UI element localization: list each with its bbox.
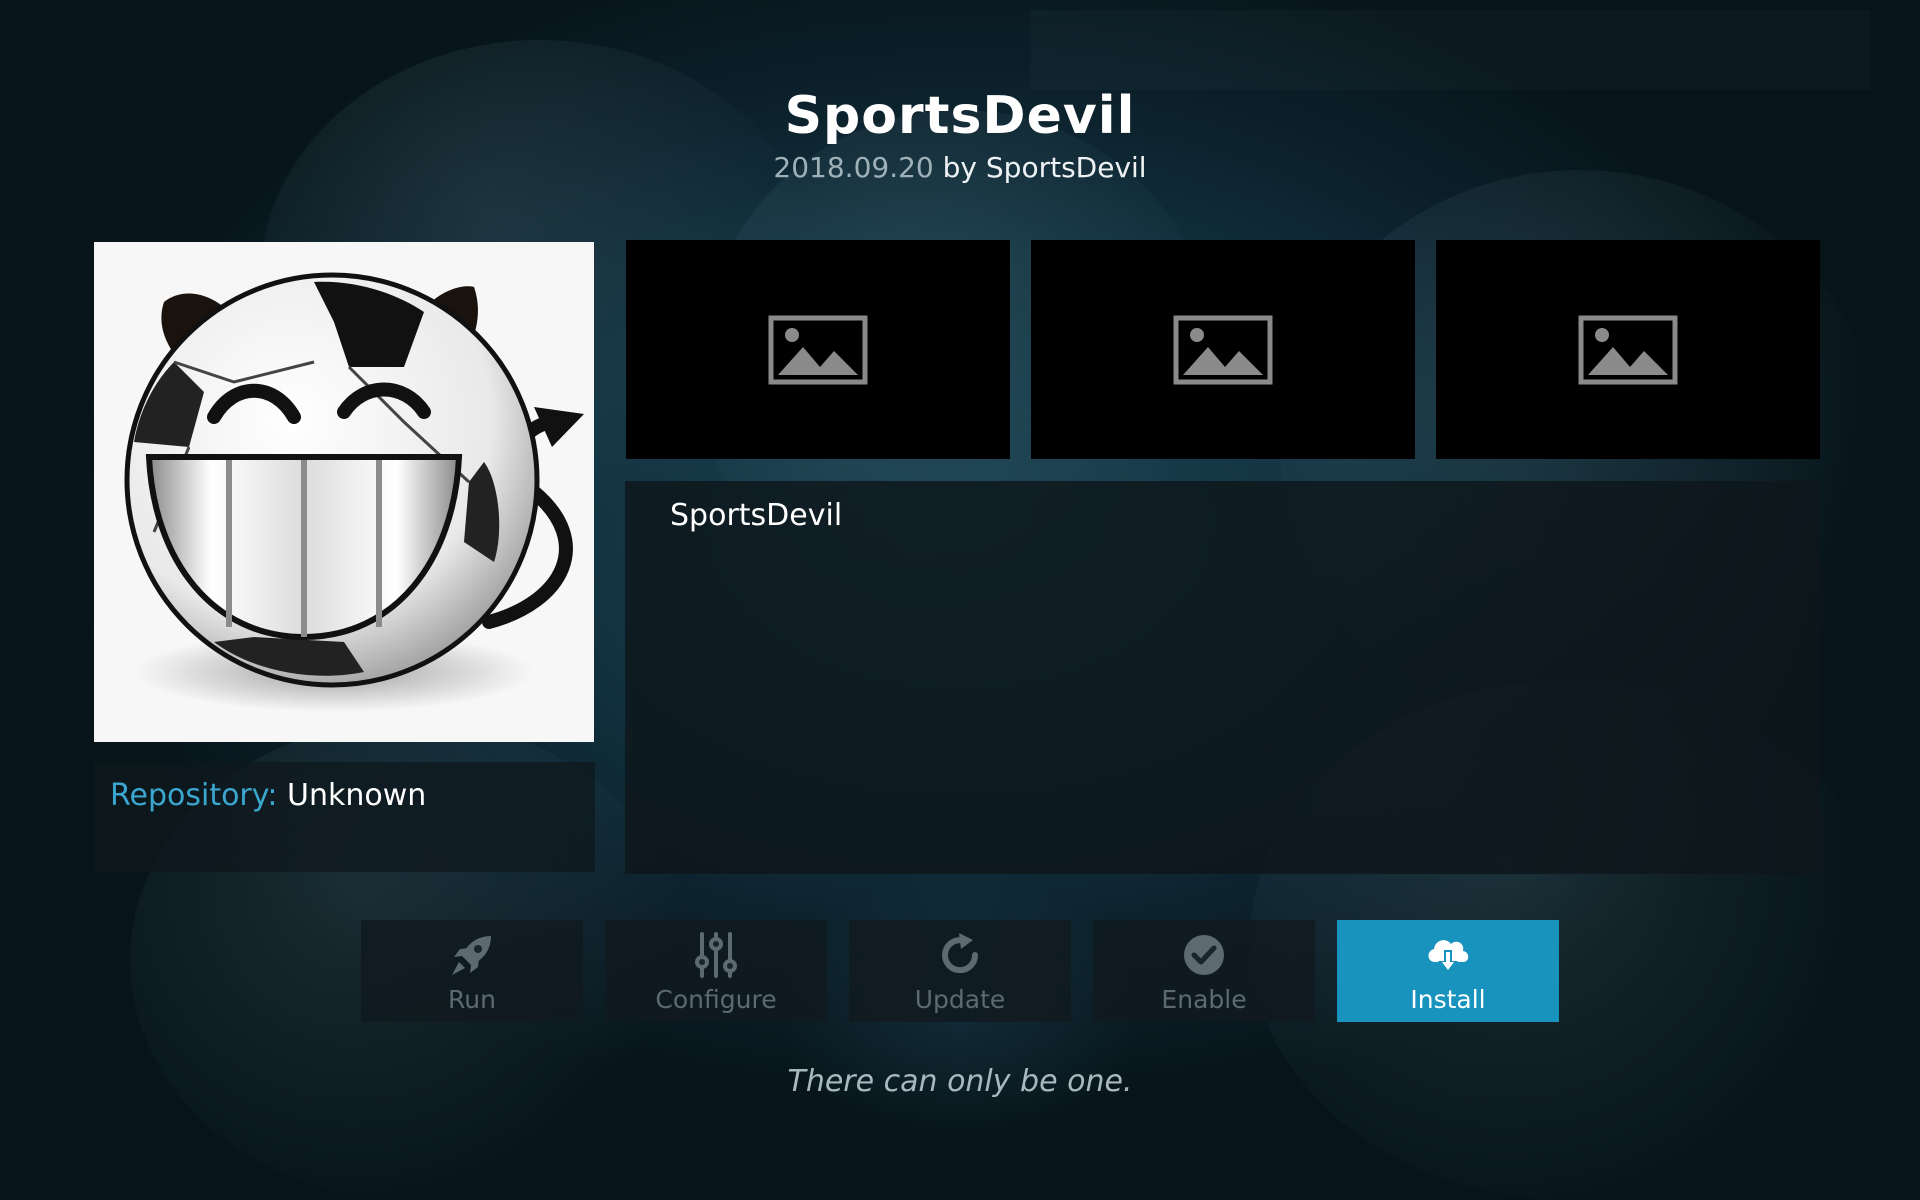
screenshot-thumbnail-3[interactable] [1436, 240, 1820, 459]
run-button[interactable]: Run [361, 920, 583, 1022]
repository-info: Repository: Unknown [94, 762, 595, 872]
addon-author: by SportsDevil [942, 151, 1147, 184]
addon-title: SportsDevil [784, 86, 1136, 146]
configure-button-label: Configure [655, 985, 777, 1014]
repository-value: Unknown [287, 778, 427, 813]
refresh-icon [942, 933, 979, 974]
update-button[interactable]: Update [849, 920, 1071, 1022]
image-placeholder-icon [1578, 315, 1678, 384]
screenshot-thumbnail-1[interactable] [626, 240, 1010, 459]
enable-button-label: Enable [1161, 985, 1247, 1014]
devil-soccer-ball-icon [124, 272, 584, 712]
addon-subtitle: 2018.09.20 by SportsDevil [0, 150, 1920, 186]
update-button-label: Update [914, 985, 1006, 1014]
addon-header: SportsDevil 2018.09.20 by SportsDevil [0, 82, 1920, 186]
install-button[interactable]: Install [1337, 920, 1559, 1022]
description-panel: SportsDevil [625, 481, 1820, 874]
sliders-icon [695, 932, 737, 978]
enable-button[interactable]: Enable [1093, 920, 1315, 1022]
description-title: SportsDevil [670, 498, 843, 533]
addon-version: 2018.09.20 [773, 151, 934, 184]
background-strip [1030, 10, 1870, 90]
image-placeholder-icon [768, 315, 868, 384]
check-circle-icon [1184, 935, 1224, 975]
cloud-download-icon [1428, 940, 1469, 974]
run-button-label: Run [448, 985, 496, 1014]
screenshot-thumbnail-2[interactable] [1031, 240, 1415, 459]
addon-tagline: There can only be one. [787, 1064, 1133, 1099]
repository-label: Repository: [110, 778, 278, 813]
repository-text: Repository: Unknown [110, 776, 426, 816]
image-placeholder-icon [1173, 315, 1273, 384]
install-button-label: Install [1410, 985, 1486, 1014]
rocket-icon [452, 936, 491, 975]
addon-icon [94, 242, 594, 742]
configure-button[interactable]: Configure [605, 920, 827, 1022]
